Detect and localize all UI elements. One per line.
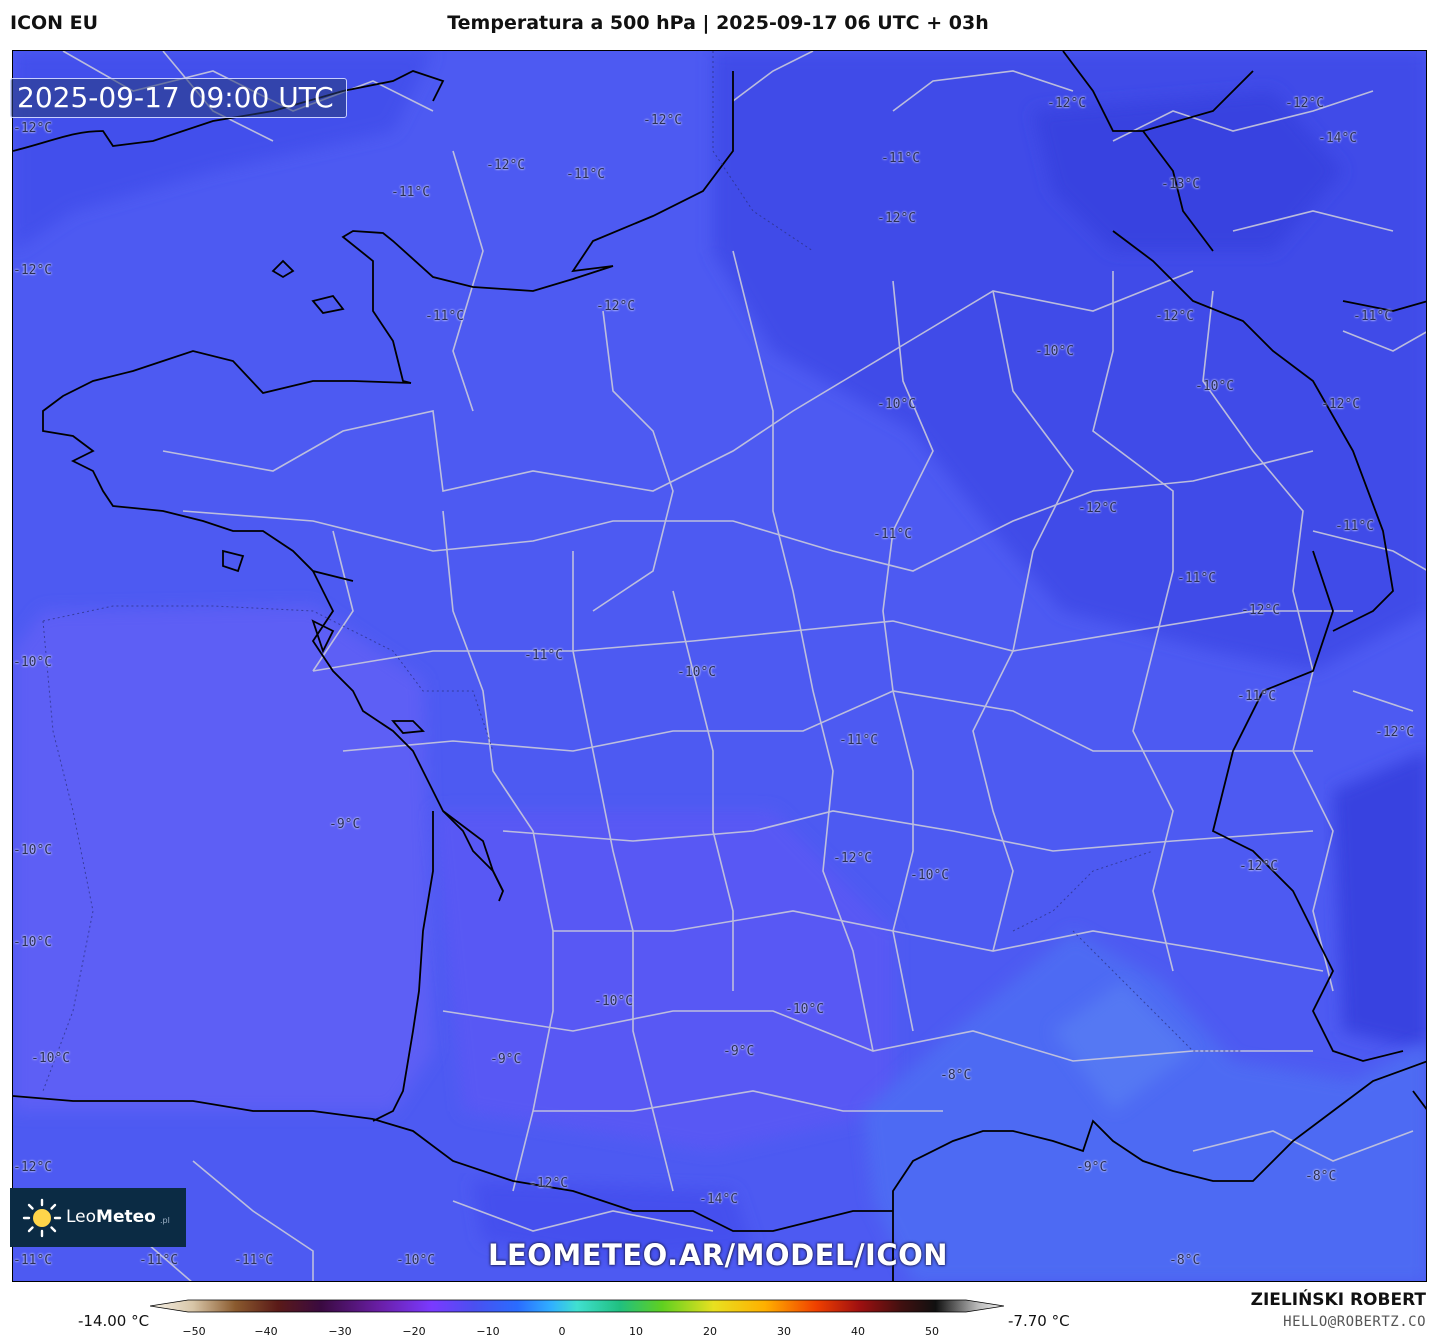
temperature-label: -11°C bbox=[1237, 689, 1277, 704]
temperature-label: -10°C bbox=[13, 655, 53, 670]
temperature-label: -12°C bbox=[643, 113, 683, 128]
temperature-label: -8°C bbox=[940, 1068, 972, 1083]
temperature-label: -10°C bbox=[1035, 344, 1075, 359]
colorbar-tick-label: −30 bbox=[328, 1325, 352, 1338]
temperature-label: -10°C bbox=[877, 397, 917, 412]
temperature-label: -9°C bbox=[329, 817, 361, 832]
colorbar-tick-label: −40 bbox=[254, 1325, 278, 1338]
temperature-label: -12°C bbox=[1321, 397, 1361, 412]
model-url-watermark: LEOMETEO.AR/MODEL/ICON bbox=[487, 1238, 949, 1272]
author-email: HELLO@ROBERTZ.CO bbox=[1283, 1314, 1426, 1330]
colorbar-max-label: -7.70 °C bbox=[1008, 1312, 1070, 1330]
temperature-label: -12°C bbox=[1241, 603, 1281, 618]
temperature-label: -11°C bbox=[425, 309, 465, 324]
temperature-label: -11°C bbox=[391, 185, 431, 200]
temperature-label: -12°C bbox=[13, 1160, 53, 1175]
temperature-map[interactable]: -12°C -12°C -12°C -11°C -12°C -11°C -11°C -12°C… bbox=[12, 50, 1427, 1282]
temperature-label: -10°C bbox=[13, 843, 53, 858]
sun-icon bbox=[22, 1198, 62, 1238]
colorbar-tick-label: 0 bbox=[558, 1325, 566, 1338]
colorbar-tick-label: −50 bbox=[182, 1325, 206, 1338]
temperature-label: -9°C bbox=[490, 1052, 522, 1067]
temperature-label: -11°C bbox=[1335, 519, 1375, 534]
logo-suffix: .pl bbox=[160, 1216, 170, 1225]
logo-wordmark: LeoMeteo bbox=[66, 1207, 156, 1227]
temperature-label: -12°C bbox=[1078, 501, 1118, 516]
temperature-label: -10°C bbox=[13, 935, 53, 950]
temperature-label: -12°C bbox=[596, 299, 636, 314]
colorbar-tick-label: 20 bbox=[703, 1325, 717, 1338]
temperature-label: -14°C bbox=[699, 1192, 739, 1207]
temperature-label: -9°C bbox=[723, 1044, 755, 1059]
colorbar-tick-label: −20 bbox=[402, 1325, 426, 1338]
temperature-label: -9°C bbox=[1076, 1160, 1108, 1175]
temperature-label: -11°C bbox=[873, 527, 913, 542]
temperature-label: -11°C bbox=[839, 733, 879, 748]
temperature-label: -10°C bbox=[594, 994, 634, 1009]
map-title: Temperatura a 500 hPa | 2025-09-17 06 UT… bbox=[447, 12, 989, 34]
temperature-label: -10°C bbox=[910, 868, 950, 883]
temperature-label: -10°C bbox=[1195, 379, 1235, 394]
temperature-label: -11°C bbox=[524, 648, 564, 663]
temperature-label: -12°C bbox=[13, 121, 53, 136]
temperature-label: -11°C bbox=[881, 151, 921, 166]
colorbar-tick-label: 50 bbox=[925, 1325, 939, 1338]
colorbar bbox=[150, 1299, 1004, 1313]
author-credit: ZIELIŃSKI ROBERT bbox=[1250, 1290, 1426, 1310]
map-canvas bbox=[13, 51, 1426, 1281]
temperature-label: -12°C bbox=[1285, 96, 1325, 111]
temperature-label: -11°C bbox=[566, 167, 606, 182]
temperature-label: -12°C bbox=[486, 158, 526, 173]
temperature-label: -12°C bbox=[1047, 96, 1087, 111]
temperature-label: -10°C bbox=[677, 665, 717, 680]
temperature-label: -12°C bbox=[877, 211, 917, 226]
temperature-label: -10°C bbox=[785, 1002, 825, 1017]
temperature-label: -12°C bbox=[1155, 309, 1195, 324]
temperature-label: -11°C bbox=[1353, 309, 1393, 324]
temperature-label: -14°C bbox=[1318, 131, 1358, 146]
temperature-label: -12°C bbox=[13, 263, 53, 278]
temperature-label: -10°C bbox=[31, 1051, 71, 1066]
valid-time-badge: 2025-09-17 09:00 UTC bbox=[10, 78, 347, 118]
temperature-label: -12°C bbox=[833, 851, 873, 866]
temperature-label: -13°C bbox=[1161, 177, 1201, 192]
temperature-label: -12°C bbox=[529, 1176, 569, 1191]
colorbar-min-label: -14.00 °C bbox=[78, 1312, 150, 1330]
colorbar-tick-label: 30 bbox=[777, 1325, 791, 1338]
colorbar-tick-label: −10 bbox=[476, 1325, 500, 1338]
temperature-label: -8°C bbox=[1305, 1169, 1337, 1184]
colorbar-tick-label: 10 bbox=[629, 1325, 643, 1338]
colorbar-tick-label: 40 bbox=[851, 1325, 865, 1338]
temperature-label: -11°C bbox=[1177, 571, 1217, 586]
temperature-label: -12°C bbox=[1375, 725, 1415, 740]
temperature-label: -12°C bbox=[1239, 859, 1279, 874]
